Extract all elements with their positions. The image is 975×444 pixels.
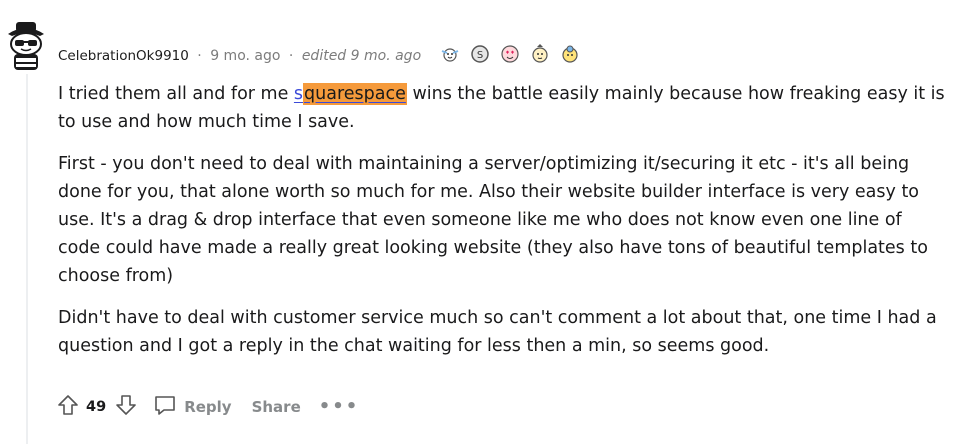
link-text-start: s [293, 84, 304, 104]
reply-label: Reply [184, 398, 232, 416]
comment-paragraph: Didn't have to deal with customer servic… [58, 308, 937, 356]
comment-age[interactable]: 9 mo. ago [210, 48, 280, 64]
edited-time: edited 9 mo. ago [301, 48, 422, 64]
more-options-icon[interactable]: ••• [319, 398, 360, 416]
separator: · [197, 48, 202, 64]
awards-row[interactable]: S [438, 42, 582, 66]
reply-button[interactable]: Reply [152, 393, 232, 421]
comment-bubble-icon [152, 393, 178, 421]
squarespace-link[interactable]: squarespace [294, 83, 407, 105]
vote-controls: 49 [56, 393, 138, 421]
separator: · [288, 48, 294, 64]
vote-count: 49 [86, 399, 107, 415]
wholesome-award-icon[interactable] [438, 42, 462, 66]
paragraph-text: I tried them all and for me [58, 84, 294, 104]
comment-paragraph: First - you don't need to deal with main… [58, 154, 928, 286]
gold-award-icon[interactable] [558, 42, 582, 66]
share-button[interactable]: Share [246, 398, 301, 416]
heart-eyes-award-icon[interactable] [498, 42, 522, 66]
thread-line[interactable] [26, 74, 28, 444]
upvote-icon[interactable] [56, 393, 80, 421]
username[interactable]: CelebrationOk9910 [58, 48, 189, 64]
silver-award-icon[interactable]: S [468, 42, 492, 66]
downvote-icon[interactable] [114, 393, 138, 421]
avatar[interactable] [2, 18, 50, 72]
comment-body: I tried them all and for me squarespace … [58, 80, 948, 374]
link-text-highlighted: quarespace [303, 83, 407, 105]
comment-actions: 49 Reply Share ••• [56, 393, 359, 421]
share-label: Share [251, 398, 301, 416]
helpful-award-icon[interactable] [528, 42, 552, 66]
comment-meta: CelebrationOk9910 · 9 mo. ago · edited 9… [58, 46, 421, 66]
comment-paragraph: I tried them all and for me squarespace … [58, 80, 948, 136]
svg-text:S: S [477, 50, 483, 61]
